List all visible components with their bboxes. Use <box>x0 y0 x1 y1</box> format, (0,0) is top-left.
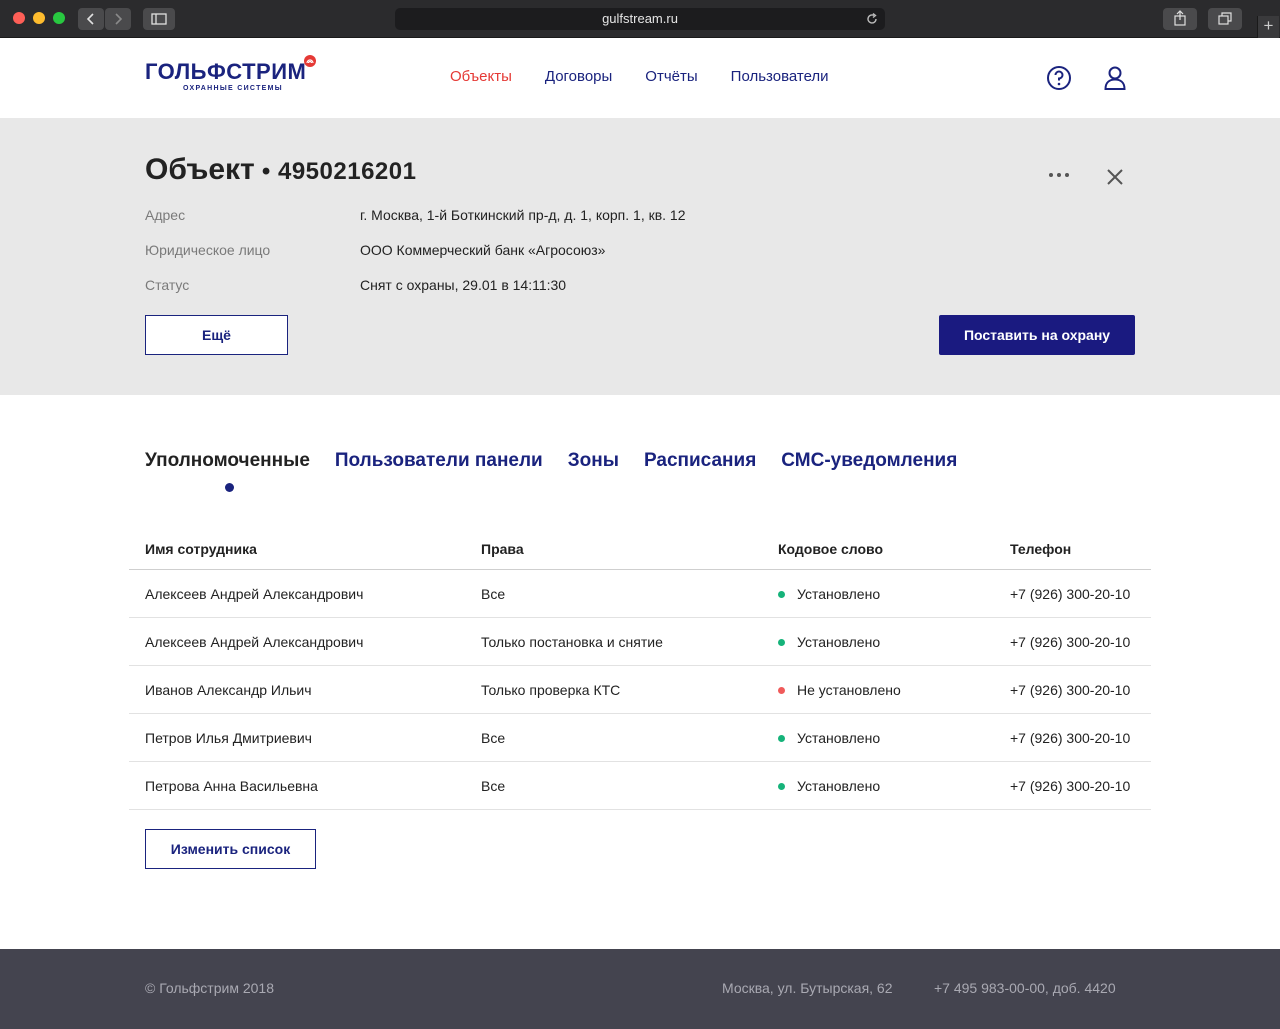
more-button[interactable]: Ещё <box>145 315 288 355</box>
tab-sms-notifications[interactable]: СМС-уведомления <box>781 450 957 472</box>
employee-phone: +7 (926) 300-20-10 <box>1010 634 1131 650</box>
more-options-icon[interactable] <box>1047 171 1071 179</box>
status-label: Статус <box>145 277 190 293</box>
sidebar-icon <box>151 13 167 25</box>
zoom-window-button[interactable] <box>53 12 65 24</box>
status-value: Снят с охраны, 29.01 в 14:11:30 <box>360 277 567 293</box>
employee-rights: Все <box>481 730 506 746</box>
legal-entity-value: ООО Коммерческий банк «Агросоюз» <box>360 242 606 258</box>
gulfstream-logo[interactable]: ГОЛЬФСТРИМ ОХРАННЫЕ СИСТЕМЫ <box>145 55 325 100</box>
column-header-phone[interactable]: Телефон <box>1010 529 1071 569</box>
chevron-left-icon <box>86 13 94 25</box>
employee-name: Петрова Анна Васильевна <box>145 778 318 794</box>
tab-authorized-label: Уполномоченные <box>145 450 310 471</box>
codeword-status-text: Установлено <box>797 634 881 650</box>
column-header-codeword[interactable]: Кодовое слово <box>778 529 883 569</box>
tabs-icon <box>1218 12 1232 25</box>
nav-item-objects[interactable]: Объекты <box>450 68 512 85</box>
main-nav: Объекты Договоры Отчёты Пользователи <box>450 68 829 85</box>
address-bar[interactable]: gulfstream.ru <box>395 8 885 30</box>
nav-item-contracts[interactable]: Договоры <box>545 68 612 85</box>
employee-rights: Только постановка и снятие <box>481 634 663 650</box>
column-header-name[interactable]: Имя сотрудника <box>145 529 257 569</box>
employee-name: Петров Илья Дмитриевич <box>145 730 312 746</box>
title-separator: • <box>254 158 278 185</box>
employee-phone: +7 (926) 300-20-10 <box>1010 778 1131 794</box>
codeword-status-text: Установлено <box>797 778 881 794</box>
tab-zones[interactable]: Зоны <box>568 450 619 472</box>
back-button[interactable] <box>78 8 104 30</box>
logo-text: ГОЛЬФСТРИМ <box>145 59 307 84</box>
object-title-label: Объект <box>145 153 255 186</box>
status-dot-icon <box>778 591 785 598</box>
object-panel: Объект • 4950216201 Адрес г. Москва, 1-й… <box>0 118 1280 395</box>
table-row[interactable]: Петрова Анна Васильевна Все Установлено +7 … <box>129 762 1151 810</box>
codeword-status: Установлено <box>778 618 880 666</box>
share-icon <box>1174 10 1186 26</box>
forward-button[interactable] <box>105 8 131 30</box>
employee-name: Алексеев Андрей Александрович <box>145 586 364 602</box>
tab-authorized[interactable]: Уполномоченные <box>145 450 310 492</box>
status-dot-icon <box>778 735 785 742</box>
table-row[interactable]: Алексеев Андрей Александрович Все Установл… <box>129 570 1151 618</box>
status-dot-icon <box>778 687 785 694</box>
edit-list-button[interactable]: Изменить список <box>145 829 316 869</box>
employee-name: Иванов Александр Ильич <box>145 682 312 698</box>
close-window-button[interactable] <box>13 12 25 24</box>
url-text: gulfstream.ru <box>602 11 678 26</box>
codeword-status: Не установлено <box>778 666 901 714</box>
share-button[interactable] <box>1163 8 1197 30</box>
status-dot-icon <box>778 639 785 646</box>
address-value: г. Москва, 1-й Боткинский пр-д, д. 1, ко… <box>360 207 686 223</box>
legal-entity-label: Юридическое лицо <box>145 242 271 258</box>
employee-rights: Все <box>481 778 506 794</box>
footer-address: Москва, ул. Бутырская, 62 <box>722 980 893 996</box>
nav-item-users[interactable]: Пользователи <box>731 68 829 85</box>
codeword-status: Установлено <box>778 762 880 810</box>
codeword-status: Установлено <box>778 570 880 618</box>
arm-object-button[interactable]: Поставить на охрану <box>939 315 1135 355</box>
site-header: ГОЛЬФСТРИМ ОХРАННЫЕ СИСТЕМЫ Объекты Дого… <box>0 38 1280 118</box>
page-title: Объект • 4950216201 <box>145 153 416 187</box>
employee-phone: +7 (926) 300-20-10 <box>1010 730 1131 746</box>
logo-subtitle: ОХРАННЫЕ СИСТЕМЫ <box>183 85 283 92</box>
object-number: 4950216201 <box>277 158 417 185</box>
employee-phone: +7 (926) 300-20-10 <box>1010 586 1131 602</box>
table-header: Имя сотрудника Права Кодовое слово Телеф… <box>129 529 1151 570</box>
chevron-right-icon <box>115 13 123 25</box>
employee-rights: Все <box>481 586 506 602</box>
browser-toolbar: gulfstream.ru + <box>0 0 1280 38</box>
tab-schedules[interactable]: Расписания <box>644 450 756 472</box>
codeword-status: Установлено <box>778 714 880 762</box>
address-label: Адрес <box>145 207 186 223</box>
active-tab-indicator <box>225 483 234 492</box>
new-tab-button[interactable]: + <box>1257 16 1279 38</box>
table-row[interactable]: Иванов Александр Ильич Только проверка КТ… <box>129 666 1151 714</box>
close-icon[interactable] <box>1105 167 1125 187</box>
tab-bar: Уполномоченные Пользователи панели Зоны … <box>145 450 957 492</box>
user-icon[interactable] <box>1103 65 1127 91</box>
help-icon[interactable] <box>1046 65 1072 91</box>
column-header-rights[interactable]: Права <box>481 529 524 569</box>
table-row[interactable]: Петров Илья Дмитриевич Все Установлено +7 (… <box>129 714 1151 762</box>
codeword-status-text: Установлено <box>797 730 881 746</box>
footer-phone[interactable]: +7 495 983-00-00, доб. 4420 <box>934 980 1116 996</box>
sidebar-toggle-button[interactable] <box>143 8 175 30</box>
table-row[interactable]: Алексеев Андрей Александрович Только пост… <box>129 618 1151 666</box>
authorized-table: Имя сотрудника Права Кодовое слово Телеф… <box>129 529 1151 810</box>
reload-icon[interactable] <box>865 12 879 26</box>
tab-panel-users[interactable]: Пользователи панели <box>335 450 543 472</box>
employee-name: Алексеев Андрей Александрович <box>145 634 364 650</box>
tabs-overview-button[interactable] <box>1208 8 1242 30</box>
site-footer: © Гольфстрим 2018 Москва, ул. Бутырская,… <box>0 949 1280 1029</box>
codeword-status-text: Не установлено <box>797 682 901 698</box>
nav-item-reports[interactable]: Отчёты <box>645 68 697 85</box>
codeword-status-text: Установлено <box>797 586 881 602</box>
logo-mark-icon <box>304 55 316 67</box>
status-dot-icon <box>778 783 785 790</box>
minimize-window-button[interactable] <box>33 12 45 24</box>
employee-phone: +7 (926) 300-20-10 <box>1010 682 1131 698</box>
employee-rights: Только проверка КТС <box>481 682 621 698</box>
footer-copyright: © Гольфстрим 2018 <box>145 980 274 996</box>
